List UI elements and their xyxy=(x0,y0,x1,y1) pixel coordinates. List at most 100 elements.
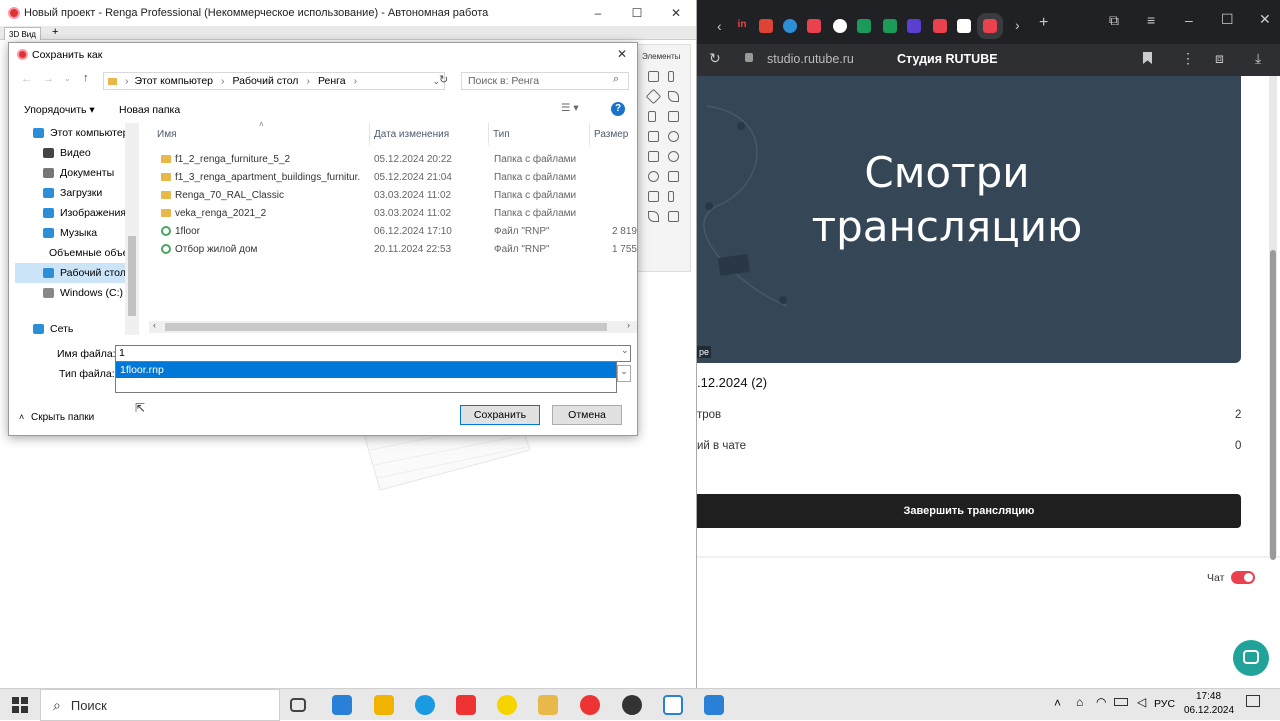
nav-item[interactable]: Рабочий стол xyxy=(15,263,137,283)
back-icon[interactable]: ← xyxy=(21,73,32,85)
tab-favicon-active[interactable] xyxy=(977,13,1003,39)
column-header-date[interactable]: Дата изменения xyxy=(374,129,449,140)
chevron-down-icon[interactable]: ⌄ xyxy=(64,74,71,83)
maximize-button[interactable]: ☐ xyxy=(1221,11,1234,28)
nav-item[interactable]: Этот компьютер xyxy=(15,123,137,143)
minimize-button[interactable]: – xyxy=(578,0,618,26)
bookmark-icon[interactable] xyxy=(1143,52,1152,64)
chevron-up-icon[interactable]: ˄ xyxy=(19,412,24,422)
tab-favicon[interactable] xyxy=(883,19,897,33)
files-scrollbar-thumb[interactable] xyxy=(165,323,607,331)
tab-forward-icon[interactable]: › xyxy=(1015,17,1020,33)
clock-date[interactable]: 06.12.2024 xyxy=(1184,705,1234,716)
up-icon[interactable]: ↑ xyxy=(83,72,89,84)
hatch-tool-icon[interactable] xyxy=(668,211,679,222)
tray-chevron-icon[interactable]: ˄ xyxy=(1054,696,1061,710)
file-row[interactable]: f1_3_renga_apartment_buildings_furnitur.… xyxy=(147,168,637,186)
filetype-select[interactable]: ⌄ xyxy=(617,365,631,382)
filename-input[interactable]: 1 xyxy=(115,345,631,362)
column-header-size[interactable]: Размер xyxy=(594,129,628,140)
file-row[interactable]: 1floor 06.12.2024 17:10 Файл "RNP" 2 819 xyxy=(147,222,637,240)
stream-preview[interactable]: Смотри трансляцию ре xyxy=(697,76,1241,363)
yandex-icon[interactable] xyxy=(456,695,476,715)
breadcrumb-item[interactable]: Рабочий стол xyxy=(233,75,299,87)
extensions-icon[interactable]: ⧈ xyxy=(1215,50,1224,67)
nav-item[interactable]: Объемные объекты xyxy=(15,243,137,263)
search-input[interactable]: Поиск в: Ренга xyxy=(461,72,629,90)
tab-favicon[interactable] xyxy=(783,19,797,33)
taskbar-search[interactable]: ⌕ Поиск xyxy=(40,689,280,721)
nav-item[interactable]: Загрузки xyxy=(15,183,137,203)
stair-tool-icon[interactable] xyxy=(648,131,659,142)
battery-icon[interactable] xyxy=(1114,698,1128,706)
equipment-tool-icon[interactable] xyxy=(648,191,659,202)
support-chat-button[interactable] xyxy=(1233,640,1269,676)
new-folder-button[interactable]: Новая папка xyxy=(119,104,180,116)
app-icon[interactable] xyxy=(497,695,517,715)
yandex-browser-icon[interactable] xyxy=(580,695,600,715)
calculator-icon[interactable] xyxy=(704,695,724,715)
notifications-icon[interactable] xyxy=(1246,695,1260,707)
column-header-name[interactable]: Имя xyxy=(157,129,176,140)
address-bar[interactable]: › Этот компьютер › Рабочий стол › Ренга … xyxy=(103,72,445,90)
wifi-icon[interactable]: ◠ xyxy=(1096,695,1106,709)
language-indicator[interactable]: РУС xyxy=(1154,698,1175,710)
mail-icon[interactable] xyxy=(332,695,352,715)
tab-3d-view[interactable]: 3D Вид xyxy=(4,27,41,40)
door-tool-icon[interactable] xyxy=(648,111,656,122)
autocomplete-item[interactable]: 1floor.rnp xyxy=(116,362,616,378)
wall-tool-icon[interactable] xyxy=(648,71,659,82)
pen-tool-icon[interactable] xyxy=(668,91,679,102)
nav-item[interactable]: Музыка xyxy=(15,223,137,243)
file-row[interactable]: f1_2_renga_furniture_5_2 05.12.2024 20:22… xyxy=(147,150,637,168)
room-tool-icon[interactable] xyxy=(668,171,679,182)
close-button[interactable]: ✕ xyxy=(656,0,696,26)
nav-item[interactable]: Изображения xyxy=(15,203,137,223)
column-header-type[interactable]: Тип xyxy=(493,129,510,140)
windows-start-icon[interactable] xyxy=(12,697,28,713)
file-row[interactable]: Renga_70_RAL_Classic 03.03.2024 11:02 Папк… xyxy=(147,186,637,204)
nav-item[interactable]: Документы xyxy=(15,163,137,183)
tab-favicon[interactable] xyxy=(807,19,821,33)
maximize-button[interactable]: ☐ xyxy=(617,0,657,26)
clock-time[interactable]: 17:48 xyxy=(1196,691,1221,702)
organize-button[interactable]: Упорядочить ▾ xyxy=(24,104,95,116)
more-icon[interactable]: ⋮ xyxy=(1181,50,1195,67)
minimize-button[interactable]: – xyxy=(1185,12,1193,28)
menu-icon[interactable]: ≡ xyxy=(1147,12,1155,28)
page-scrollbar-thumb[interactable] xyxy=(1270,250,1276,560)
beam-tool-icon[interactable] xyxy=(645,88,662,105)
obs-icon[interactable] xyxy=(622,695,642,715)
tab-favicon[interactable] xyxy=(957,19,971,33)
task-view-icon[interactable] xyxy=(290,698,306,712)
scroll-right-icon[interactable]: › xyxy=(627,320,630,330)
add-tab-button[interactable]: + xyxy=(52,26,58,38)
tab-favicon[interactable] xyxy=(907,19,921,33)
save-button[interactable]: Сохранить xyxy=(460,405,540,425)
hide-folders-button[interactable]: Скрыть папки xyxy=(31,412,94,423)
volume-icon[interactable]: ◁ xyxy=(1137,695,1146,709)
railing-tool-icon[interactable] xyxy=(668,131,679,142)
file-row[interactable]: Отбор жилой дом 20.11.2024 22:53 Файл "RNP… xyxy=(147,240,637,258)
tab-favicon[interactable] xyxy=(833,19,847,33)
url-text[interactable]: studio.rutube.ru xyxy=(767,52,854,66)
scroll-left-icon[interactable]: ‹ xyxy=(153,320,156,330)
close-icon[interactable]: ✕ xyxy=(617,47,627,61)
end-stream-button[interactable]: Завершить трансляцию xyxy=(697,494,1241,528)
tab-favicon[interactable] xyxy=(933,19,947,33)
tab-favicon[interactable] xyxy=(759,19,773,33)
opening-tool-icon[interactable] xyxy=(668,151,679,162)
chat-toggle[interactable] xyxy=(1231,571,1255,584)
element-tool-icon[interactable] xyxy=(668,191,674,202)
nav-scrollbar-thumb[interactable] xyxy=(128,236,136,316)
collections-icon[interactable]: ⧉ xyxy=(1109,12,1119,29)
line-tool-icon[interactable] xyxy=(648,211,659,222)
column-tool-icon[interactable] xyxy=(668,71,674,82)
filename-dropdown-icon[interactable]: ⌄ xyxy=(621,345,629,356)
tab-back-icon[interactable]: ‹ xyxy=(717,18,722,34)
breadcrumb-item[interactable]: Этот компьютер xyxy=(135,75,214,87)
window-tool-icon[interactable] xyxy=(668,111,679,122)
file-row[interactable]: veka_renga_2021_2 03.03.2024 11:02 Папка с… xyxy=(147,204,637,222)
new-tab-icon[interactable]: + xyxy=(1039,14,1048,32)
tab-favicon[interactable] xyxy=(857,19,871,33)
